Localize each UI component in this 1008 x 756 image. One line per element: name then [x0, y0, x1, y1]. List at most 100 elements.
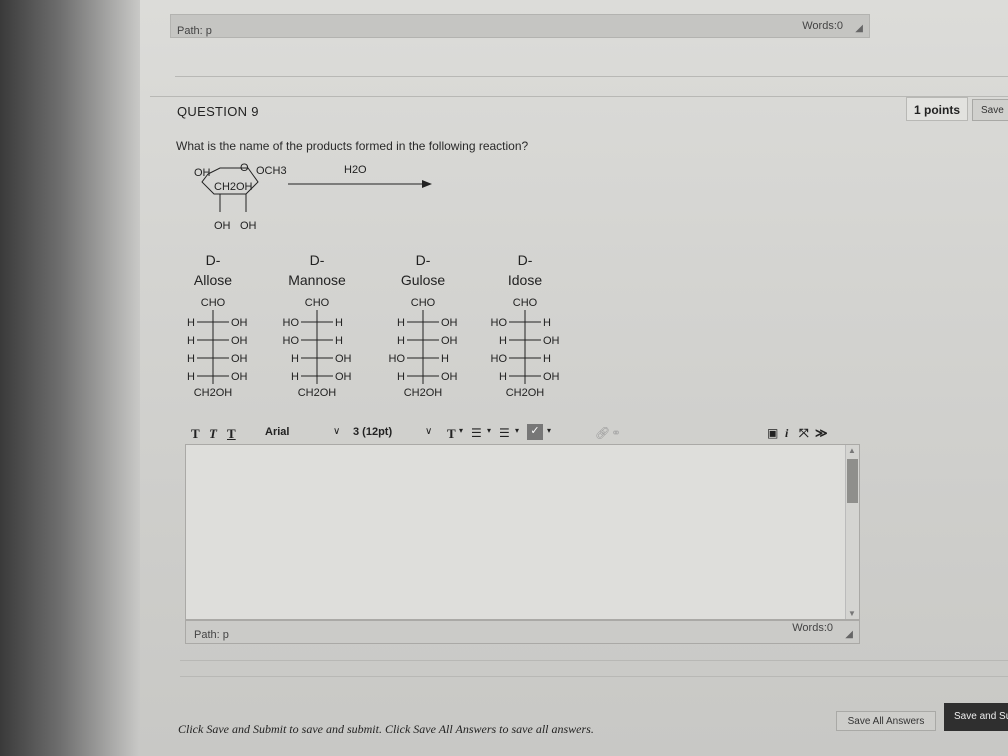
editor-toolbar: T T T Arial ∨ 3 (12pt) ∨ T ▾ ☰ ▾ ☰ ▾ ✓ ▾…	[185, 420, 860, 446]
option-title: Allose	[193, 272, 233, 288]
option-title-prefix: D-	[205, 252, 221, 268]
text-color-icon[interactable]: T	[447, 426, 456, 442]
fischer-projection: CHOHOHHOHHOHHOHCH2OH	[283, 297, 352, 399]
left-substituent: H	[187, 353, 195, 365]
right-substituent: OH	[543, 371, 560, 383]
submit-instructions: Click Save and Submit to save and submit…	[178, 722, 594, 736]
font-family-select[interactable]: Arial	[265, 426, 289, 438]
info-icon[interactable]: i	[785, 426, 788, 441]
save-and-submit-button[interactable]: Save and Su	[944, 703, 1008, 731]
option-title: Idose	[507, 272, 543, 288]
option-1: D- Allose CHO H OH H OH H OH H OH CH2OH	[168, 250, 258, 410]
dropdown-arrow-icon[interactable]: ▾	[547, 426, 551, 435]
scroll-up-icon[interactable]: ▲	[848, 446, 856, 455]
right-substituent: OH	[441, 335, 458, 347]
right-substituent: OH	[231, 371, 248, 383]
right-substituent: OH	[231, 317, 248, 329]
right-substituent: H	[543, 317, 551, 329]
chevron-double-down-icon[interactable]: ≫	[815, 426, 828, 440]
fischer-projection: CHOHOHHOHHOHHOHCH2OH	[491, 297, 560, 399]
right-substituent: OH	[335, 371, 352, 383]
divider	[175, 76, 1008, 77]
bottom-group-label: CH2OH	[298, 387, 337, 399]
dropdown-arrow-icon[interactable]: ▾	[459, 426, 463, 435]
right-substituent: H	[335, 335, 343, 347]
ring-label: OH	[240, 220, 257, 232]
underline-button[interactable]: T	[227, 426, 236, 442]
left-substituent: H	[187, 317, 195, 329]
option-2: D- Mannose CHO HO H HO H H OH H OH CH2OH	[272, 250, 362, 410]
right-substituent: H	[441, 353, 449, 365]
ring-label: CH2OH	[214, 181, 253, 193]
right-substituent: H	[543, 353, 551, 365]
left-substituent: H	[397, 371, 405, 383]
left-substituent: HO	[283, 335, 300, 347]
bullet-list-icon[interactable]: ☰	[471, 426, 482, 440]
left-substituent: H	[499, 371, 507, 383]
fischer-projection: CHO H OH H OH H OH H OH CH2OH	[187, 297, 248, 399]
option-title-prefix: D-	[309, 252, 325, 268]
save-answer-button[interactable]: Save	[972, 99, 1008, 121]
top-group-label: CHO	[305, 297, 330, 309]
divider	[180, 676, 1008, 677]
ring-label: OH	[194, 167, 211, 179]
chevron-down-icon[interactable]: ∨	[333, 426, 340, 437]
resize-grip-icon[interactable]: ◢	[855, 23, 863, 34]
spellcheck-icon[interactable]: ✓	[527, 424, 543, 440]
top-group-label: CHO	[513, 297, 538, 309]
right-substituent: OH	[231, 335, 248, 347]
link-icon[interactable]: 🔗︎	[595, 426, 610, 440]
preview-icon[interactable]: ▣	[767, 426, 778, 440]
editor-scrollbar[interactable]: ▲ ▼	[845, 445, 859, 619]
path-label: Path: p	[177, 25, 212, 37]
ring-label: OCH3	[256, 165, 287, 177]
path-label: Path: p	[194, 629, 229, 641]
top-group-label: CHO	[411, 297, 436, 309]
unlink-icon[interactable]: ⚭	[611, 426, 621, 440]
chevron-down-icon[interactable]: ∨	[425, 426, 432, 437]
left-substituent: H	[397, 335, 405, 347]
right-substituent: H	[335, 317, 343, 329]
divider	[150, 96, 1008, 97]
ring-label: O	[240, 162, 249, 174]
font-size-select[interactable]: 3 (12pt)	[353, 426, 392, 438]
fischer-projection: CHOHOHHOHHOHHOHCH2OH	[389, 297, 458, 399]
left-substituent: H	[187, 371, 195, 383]
left-substituent: HO	[389, 353, 406, 365]
right-substituent: OH	[231, 353, 248, 365]
reagent-label: H2O	[344, 164, 367, 176]
bottom-group-label: CH2OH	[194, 387, 233, 399]
left-substituent: H	[187, 335, 195, 347]
scroll-down-icon[interactable]: ▼	[848, 609, 856, 618]
expand-icon[interactable]: ⤧	[799, 426, 809, 441]
answer-editor-footer: Path: p Words:0 ◢	[185, 620, 860, 644]
left-substituent: H	[397, 317, 405, 329]
left-substituent: HO	[491, 353, 508, 365]
left-substituent: H	[291, 371, 299, 383]
left-substituent: HO	[283, 317, 300, 329]
resize-grip-icon[interactable]: ◢	[845, 629, 853, 640]
dropdown-arrow-icon[interactable]: ▾	[487, 426, 491, 435]
top-group-label: CHO	[201, 297, 226, 309]
italic-button[interactable]: T	[209, 426, 217, 442]
bold-button[interactable]: T	[191, 426, 200, 442]
answer-textarea[interactable]: ▲ ▼	[185, 444, 860, 620]
ring-label: OH	[214, 220, 231, 232]
option-title-prefix: D-	[517, 252, 533, 268]
option-3: D- Gulose CHO H OH H OH HO H H OH CH2OH	[378, 250, 468, 410]
right-substituent: OH	[335, 353, 352, 365]
divider	[180, 660, 1008, 661]
save-all-answers-button[interactable]: Save All Answers	[836, 711, 936, 731]
numbered-list-icon[interactable]: ☰	[499, 426, 510, 440]
left-substituent: H	[291, 353, 299, 365]
right-substituent: OH	[543, 335, 560, 347]
option-4: D- Idose CHO HO H H OH HO H H OH CH2OH	[480, 250, 570, 410]
dropdown-arrow-icon[interactable]: ▾	[515, 426, 519, 435]
question-number: QUESTION 9	[177, 104, 259, 119]
scroll-thumb[interactable]	[847, 459, 858, 503]
reaction-diagram: OH O OCH3 CH2OH OH OH H2O	[194, 162, 432, 232]
bottom-group-label: CH2OH	[404, 387, 443, 399]
points-label: 1 points	[906, 97, 968, 121]
previous-editor-footer: Path: p Words:0 ◢	[170, 14, 870, 38]
word-count: Words:0	[792, 622, 833, 634]
